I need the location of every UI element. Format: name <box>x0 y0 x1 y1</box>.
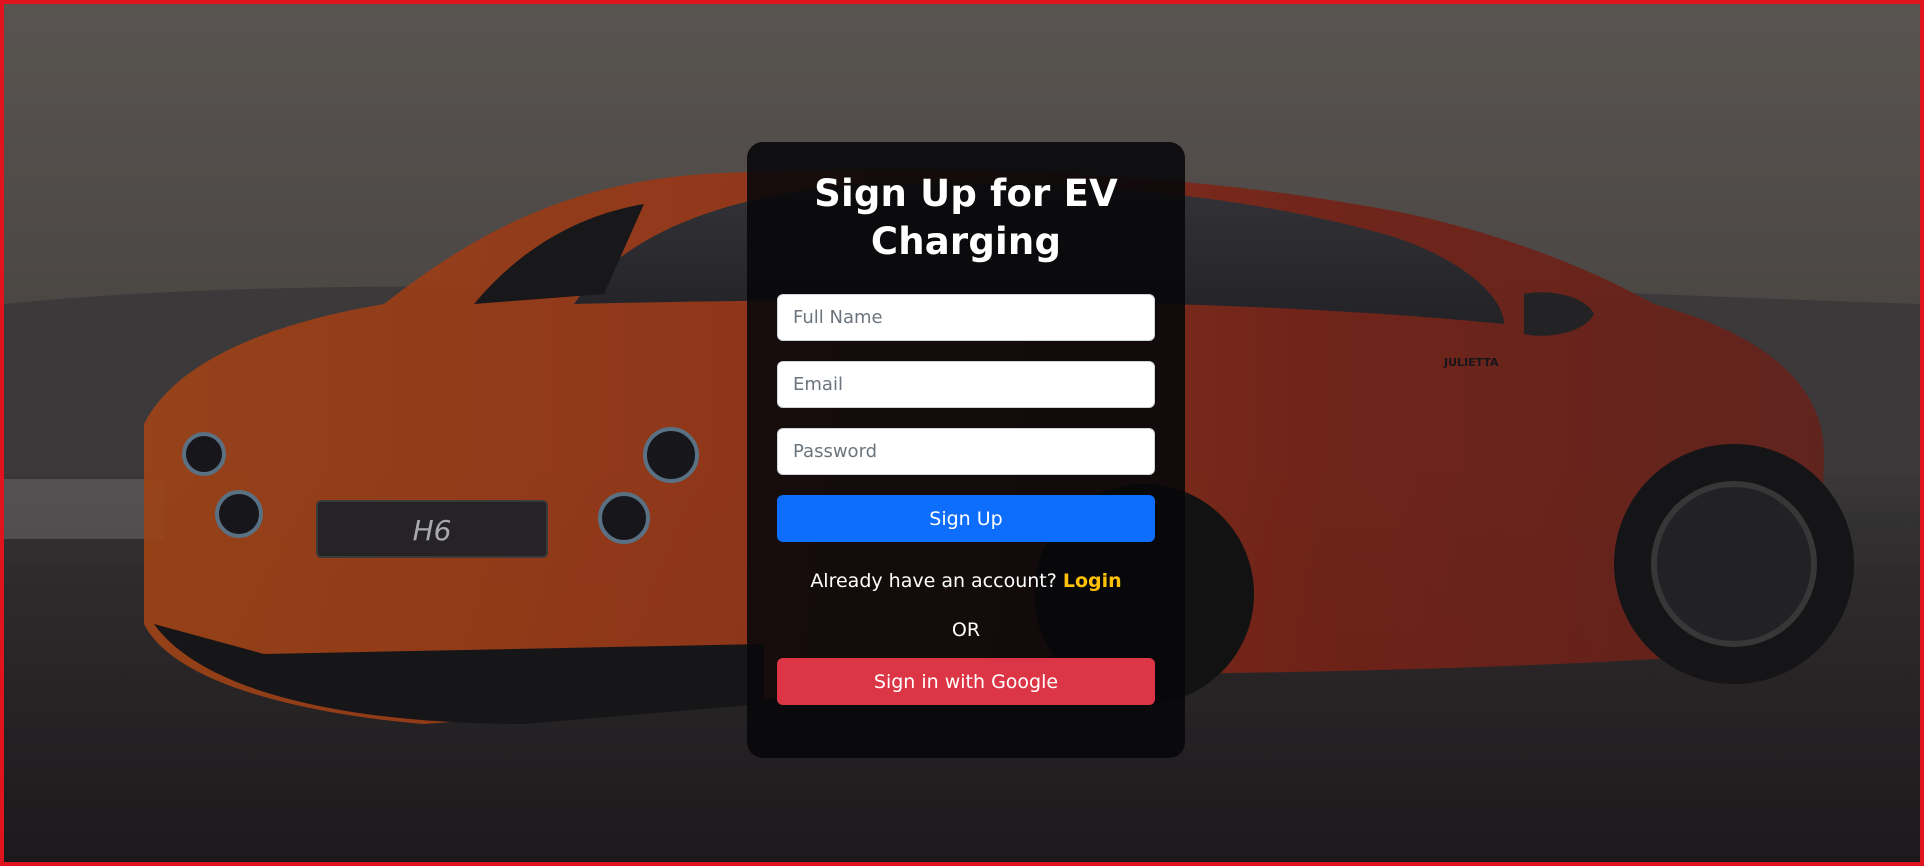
signup-title: Sign Up for EV Charging <box>814 172 1118 263</box>
signup-card: Sign Up for EV Charging Sign Up Already … <box>747 142 1185 758</box>
account-prompt-text: Already have an account? <box>810 570 1057 592</box>
or-divider: OR <box>951 619 981 641</box>
full-name-input[interactable] <box>777 294 1155 341</box>
account-prompt: Already have an account? Login <box>777 567 1155 595</box>
login-link[interactable]: Login <box>1063 570 1122 592</box>
sign-up-button[interactable]: Sign Up <box>777 495 1155 542</box>
email-input[interactable] <box>777 361 1155 408</box>
google-sign-in-button[interactable]: Sign in with Google <box>777 658 1155 705</box>
password-input[interactable] <box>777 428 1155 475</box>
page-frame: H6 JULIETTA Sign Up for EV Charging Sign… <box>0 0 1924 866</box>
